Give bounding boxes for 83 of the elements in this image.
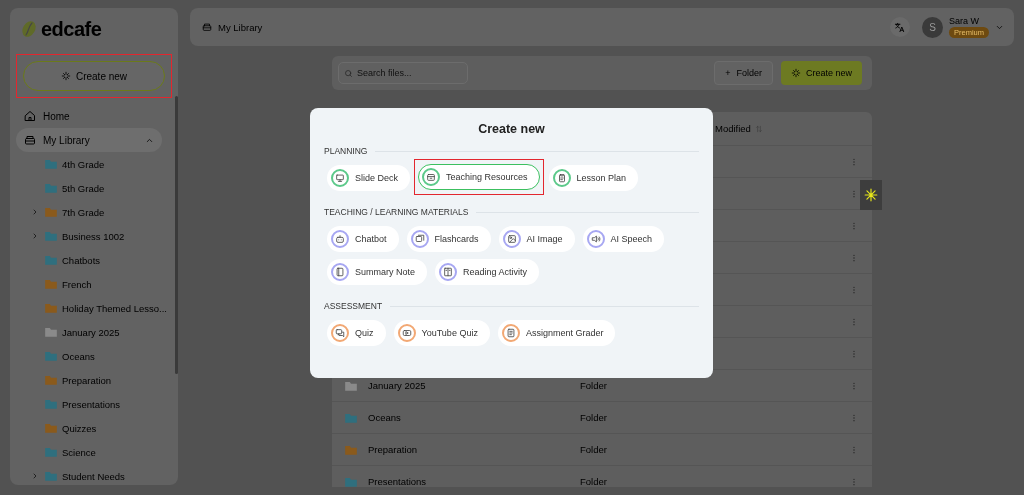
speaker-icon [590, 234, 601, 244]
chat-icon [335, 328, 345, 338]
create-option[interactable]: Teaching Resources [418, 164, 540, 190]
modal-title: Create new [477, 122, 546, 136]
more-icon [850, 252, 858, 263]
sparkle-icon [790, 68, 801, 78]
more-icon [850, 412, 858, 423]
search-field[interactable]: Search files... [338, 62, 468, 84]
folder-item[interactable]: Chatbots [62, 254, 101, 266]
folder-item[interactable]: January 2025 [62, 326, 120, 338]
column-header[interactable]: Modified [715, 123, 751, 134]
widget-button[interactable] [860, 180, 882, 210]
nav-item[interactable]: Home [16, 104, 162, 128]
file-name[interactable]: Preparation [368, 444, 418, 455]
file-name[interactable]: January 2025 [368, 380, 426, 391]
create-option[interactable]: AI Image [498, 226, 575, 252]
coffee-bean-icon [20, 20, 38, 38]
breadcrumb[interactable]: My Library [218, 21, 263, 33]
home-icon [24, 110, 36, 122]
more-icon [850, 284, 858, 295]
more-icon [850, 476, 858, 487]
file-type: Folder [580, 476, 608, 487]
folder-item[interactable]: Oceans [62, 350, 95, 362]
more-icon [850, 220, 858, 231]
clipboard-icon [556, 173, 567, 183]
create-option[interactable]: Quiz [327, 320, 386, 346]
create-option[interactable]: Assignment Grader [497, 320, 616, 346]
folder-item[interactable]: Quizzes [62, 422, 97, 434]
image-icon [506, 234, 517, 244]
folder-item[interactable]: 4th Grade [62, 158, 105, 170]
folder-item[interactable]: Science [62, 446, 96, 458]
play-icon [401, 328, 412, 338]
more-icon [850, 444, 858, 455]
translate-button[interactable] [890, 17, 910, 37]
folder-item[interactable]: French [62, 278, 92, 290]
translate-icon [894, 21, 906, 33]
drawer-icon [24, 134, 36, 146]
asterisk-icon [864, 188, 878, 202]
sparkle-icon [60, 71, 71, 81]
create-option[interactable]: Summary Note [327, 259, 428, 285]
book-icon [443, 267, 454, 277]
folder-item[interactable]: 7th Grade [62, 206, 105, 218]
file-name[interactable]: Presentations [368, 476, 427, 487]
file-type: Folder [580, 444, 608, 455]
create-option[interactable]: YouTube Quiz [393, 320, 490, 346]
create-new-button[interactable]: Create new [780, 61, 862, 85]
create-new-button[interactable]: Create new [23, 61, 165, 91]
monitor-icon [335, 173, 345, 183]
user-name: Sara W [949, 16, 980, 26]
folder-item[interactable]: Preparation [62, 374, 112, 386]
file-name[interactable]: Oceans [368, 412, 401, 423]
robot-icon [335, 234, 345, 244]
create-option[interactable]: Chatbot [327, 226, 399, 252]
file-type: Folder [580, 412, 608, 423]
folder-item[interactable]: Student Needs [62, 470, 125, 482]
section-heading: TEACHING / LEARNING MATERIALS [324, 207, 469, 217]
nav-item[interactable]: My Library [16, 128, 162, 152]
more-icon [850, 316, 858, 327]
folder-item[interactable]: 5th Grade [62, 182, 105, 194]
section-heading: PLANNING [324, 146, 368, 156]
folder-item[interactable]: Presentations [62, 398, 121, 410]
avatar[interactable]: S [922, 16, 943, 38]
logo-text: edcafe [41, 17, 102, 41]
section-heading: ASSESSMENT [324, 301, 383, 311]
cards-icon [414, 234, 425, 244]
create-option[interactable]: Lesson Plan [548, 165, 639, 191]
search-icon [344, 69, 353, 78]
box-icon [426, 172, 437, 182]
create-option[interactable]: AI Speech [582, 226, 665, 252]
more-icon [850, 380, 858, 391]
drawer-icon [202, 22, 212, 32]
more-icon [850, 156, 858, 167]
folder-item[interactable]: Holiday Themed Lesso... [62, 302, 167, 314]
document-icon [505, 328, 516, 338]
new-folder-button[interactable]: + Folder [714, 61, 773, 85]
create-option[interactable]: Reading Activity [435, 259, 540, 285]
folder-item[interactable]: Business 1002 [62, 230, 125, 242]
create-option[interactable]: Slide Deck [327, 165, 411, 191]
more-icon [850, 188, 858, 199]
more-icon [850, 348, 858, 359]
file-type: Folder [580, 380, 608, 391]
notebook-icon [335, 267, 345, 277]
create-option[interactable]: Flashcards [406, 226, 491, 252]
